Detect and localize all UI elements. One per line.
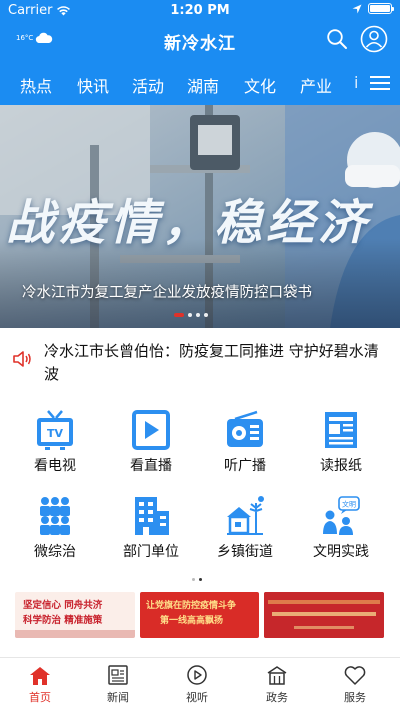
tab-label: 新闻: [107, 691, 129, 704]
grid-item-civilization[interactable]: 文明 文明实践: [296, 495, 386, 561]
tab-services[interactable]: 服务: [325, 664, 385, 705]
grid-item-towns[interactable]: 乡镇街道: [200, 495, 290, 561]
tab-government[interactable]: 政务: [247, 664, 307, 705]
town-icon: [227, 496, 264, 535]
tab-culture[interactable]: 文化: [244, 73, 276, 97]
battery-level: [370, 5, 390, 12]
tab-news[interactable]: 新闻: [88, 664, 148, 705]
grid-label: 读报纸: [320, 458, 362, 474]
ad-banner-1[interactable]: 坚定信心 同舟共济 科学防治 精准施策: [15, 592, 135, 638]
tab-label: 视听: [186, 691, 208, 704]
svg-text:文明: 文明: [342, 500, 356, 509]
menu-icon[interactable]: [370, 75, 390, 91]
notice-text: 冷水江市长曾伯怡：防疫复工同推进 守护好碧水清波: [44, 342, 379, 383]
ad-line: 第一线高高飘扬: [160, 616, 224, 626]
grid-label: 微综治: [34, 544, 76, 560]
tab-label: 服务: [344, 691, 366, 704]
live-play-icon: [132, 410, 170, 450]
home-icon: [30, 667, 50, 685]
tab-media[interactable]: 视听: [167, 664, 227, 705]
tv-icon: TV: [37, 410, 73, 450]
speaker-icon: [13, 351, 31, 367]
banner-slogan: 战疫情，稳经济: [6, 195, 371, 251]
grid-label: 部门单位: [123, 544, 179, 560]
tab-label: 政务: [266, 691, 288, 704]
carousel-dot: [188, 313, 192, 317]
grid-item-newspaper[interactable]: 读报纸: [296, 409, 386, 475]
page-dot: [199, 578, 202, 581]
grid-label: 乡镇街道: [217, 544, 273, 560]
ad-line: 让党旗在防控疫情斗争: [146, 601, 237, 611]
play-circle-icon: [187, 665, 207, 685]
carousel-dot: [204, 313, 208, 317]
banner-carousel[interactable]: 战疫情，稳经济 冷水江市为复工复产企业发放疫情防控口袋书: [0, 105, 400, 328]
ad-image: [264, 592, 384, 638]
tab-express[interactable]: 快讯: [77, 73, 109, 97]
people-icon: [40, 497, 70, 535]
grid-item-live[interactable]: 看直播: [106, 409, 196, 475]
grid-item-governance[interactable]: 微综治: [10, 495, 100, 561]
ad-decor: [15, 630, 135, 638]
tab-hot[interactable]: 热点: [20, 73, 52, 97]
ad-banner-3[interactable]: [264, 592, 384, 638]
newspaper-icon: [325, 412, 357, 448]
bottom-tab-bar: 首页 新闻 视听 政务 服务: [0, 657, 400, 711]
tab-industry[interactable]: 产业: [300, 73, 332, 97]
civilization-icon: 文明: [323, 496, 360, 535]
category-tabs: 热点 快讯 活动 湖南 文化 产业 i: [0, 62, 400, 105]
app-header: 16°C 新冷水江: [0, 20, 400, 62]
banner-caption: 冷水江市为复工复产企业发放疫情防控口袋书: [22, 285, 312, 301]
search-icon[interactable]: [326, 28, 348, 50]
ad-banner-2[interactable]: 让党旗在防控疫情斗争 第一线高高飘扬: [140, 592, 259, 638]
carousel-dots: [174, 313, 208, 317]
carousel-dot: [196, 313, 200, 317]
building-icon: [135, 497, 169, 535]
tab-activity[interactable]: 活动: [132, 73, 164, 97]
tab-home[interactable]: 首页: [10, 664, 70, 705]
svg-text:TV: TV: [47, 427, 64, 440]
ad-line: 科学防治 精准施策: [23, 615, 103, 626]
news-icon: [108, 665, 128, 685]
grid-item-radio[interactable]: 听广播: [200, 409, 290, 475]
grid-page-indicator: [192, 578, 202, 581]
carousel-dot: [174, 313, 184, 317]
battery-icon: [368, 3, 394, 14]
tab-label: 首页: [29, 691, 51, 704]
status-right: [352, 3, 394, 14]
grid-item-tv[interactable]: TV 看电视: [10, 409, 100, 475]
status-bar: Carrier 1:20 PM: [0, 0, 400, 20]
ad-line: 坚定信心 同舟共济: [23, 600, 103, 611]
tab-hunan[interactable]: 湖南: [187, 73, 219, 97]
grid-label: 看电视: [34, 458, 76, 474]
news-notice[interactable]: 冷水江市长曾伯怡：防疫复工同推进 守护好碧水清波: [0, 338, 400, 390]
government-icon: [267, 666, 287, 685]
grid-label: 文明实践: [313, 544, 369, 560]
location-arrow-icon: [352, 4, 362, 13]
grid-label: 看直播: [130, 458, 172, 474]
user-icon[interactable]: [360, 25, 388, 53]
grid-label: 听广播: [224, 458, 266, 474]
tab-partial[interactable]: i: [354, 73, 358, 92]
status-time: 1:20 PM: [170, 3, 230, 18]
radio-icon: [227, 410, 263, 447]
page-dot: [192, 578, 195, 581]
grid-item-departments[interactable]: 部门单位: [106, 495, 196, 561]
heart-icon: [344, 666, 366, 685]
